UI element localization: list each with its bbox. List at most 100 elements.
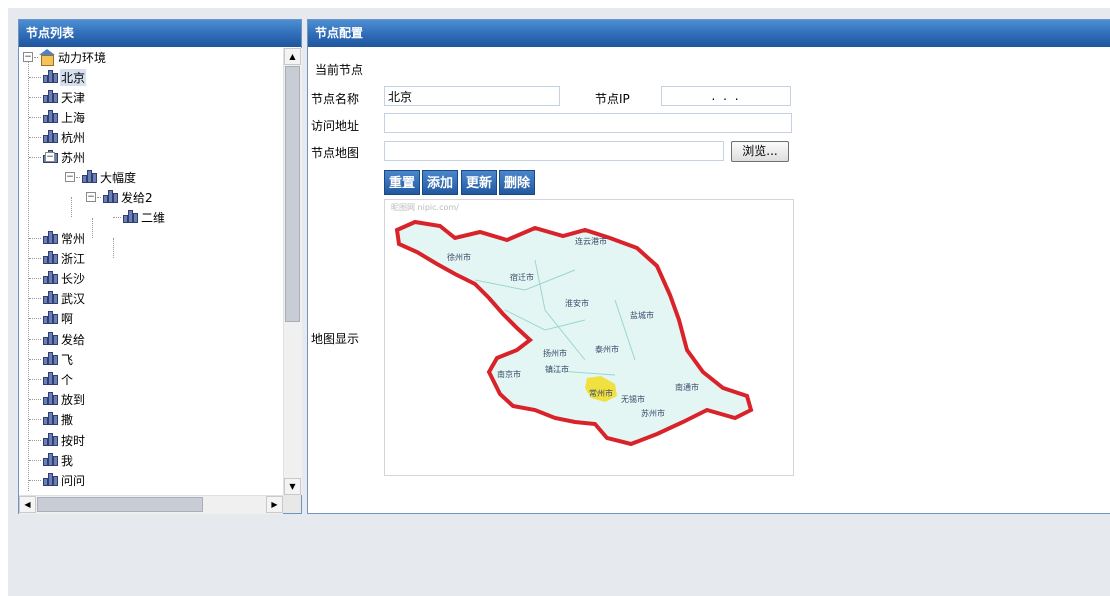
bar-chart-icon: [41, 473, 59, 487]
city-label: 无锡市: [621, 394, 645, 404]
tree-node-label: 发给: [61, 332, 86, 347]
collapse-icon[interactable]: −: [45, 152, 55, 162]
tree-node-label: 动力环境: [58, 50, 107, 65]
add-button[interactable]: 添加: [422, 170, 459, 195]
tree-node[interactable]: − 大幅度: [65, 168, 137, 186]
tree-node-label: 啊: [61, 311, 74, 326]
tree-node[interactable]: 苏州: [29, 148, 86, 166]
tree-connector: [71, 197, 72, 217]
tree-node[interactable]: 个: [29, 370, 74, 388]
tree-node[interactable]: 撒: [29, 410, 74, 428]
tree-vertical-scrollbar[interactable]: ▲ ▼: [283, 48, 302, 495]
tree-node-root[interactable]: − 动力环境: [23, 48, 107, 66]
tree-connector: [113, 238, 114, 258]
tree-node[interactable]: − 发给2: [86, 188, 154, 206]
tree-node[interactable]: 放到: [29, 390, 86, 408]
tree-node-label: 放到: [61, 392, 86, 407]
tree-node[interactable]: 我: [29, 451, 74, 469]
node-map-label: 节点地图: [311, 146, 360, 160]
collapse-icon[interactable]: −: [65, 172, 75, 182]
current-node-label: 当前节点: [315, 63, 364, 77]
node-ip-label: 节点IP: [595, 92, 630, 106]
tree-node[interactable]: 北京: [29, 68, 87, 86]
bar-chart-icon: [41, 332, 59, 346]
vertical-scroll-thumb[interactable]: [285, 66, 300, 322]
browse-button[interactable]: 浏览...: [731, 141, 789, 162]
map-display: 昵图网 nipic.com/ 徐州市 连云港市 宿迁市 淮安市 盐城市 扬州市 …: [384, 199, 794, 476]
tree-node-label: 苏州: [61, 150, 86, 165]
bar-chart-icon: [121, 210, 139, 224]
tree-connector: [92, 218, 93, 238]
bar-chart-icon: [41, 352, 59, 366]
tree-node-label: 大幅度: [100, 170, 137, 185]
building-icon: [38, 49, 56, 66]
bar-chart-icon: [101, 190, 119, 204]
bar-chart-icon: [41, 231, 59, 245]
tree-node[interactable]: 二维: [113, 208, 166, 226]
tree-node-label: 二维: [141, 210, 166, 225]
reset-button[interactable]: 重置: [384, 170, 421, 195]
tree-node-label: 飞: [61, 352, 74, 367]
horizontal-scroll-thumb[interactable]: [37, 497, 203, 512]
tree-node[interactable]: 发给: [29, 330, 86, 348]
province-map: 徐州市 连云港市 宿迁市 淮安市 盐城市 扬州市 泰州市 南京市 镇江市 常州市…: [394, 219, 754, 447]
city-label: 南通市: [675, 382, 699, 392]
node-name-input[interactable]: [384, 86, 560, 106]
tree-node[interactable]: 浙江: [29, 249, 86, 267]
bar-chart-icon: [41, 271, 59, 285]
city-label: 连云港市: [575, 236, 607, 246]
bar-chart-icon: [41, 392, 59, 406]
collapse-icon[interactable]: −: [23, 52, 33, 62]
map-watermark: 昵图网 nipic.com/: [391, 203, 459, 212]
node-ip-input[interactable]: [661, 86, 791, 106]
tree-node-label: 问问: [61, 473, 86, 488]
node-list-title: 节点列表: [19, 20, 301, 47]
collapse-icon[interactable]: −: [86, 192, 96, 202]
bar-chart-icon: [41, 110, 59, 124]
node-config-title: 节点配置: [308, 20, 1110, 47]
city-label: 徐州市: [447, 252, 471, 262]
bar-chart-icon: [41, 412, 59, 426]
scroll-right-arrow-icon[interactable]: ▶: [266, 496, 283, 513]
city-label: 泰州市: [595, 344, 619, 354]
city-label: 淮安市: [565, 298, 589, 308]
node-config-panel: 节点配置 当前节点 节点名称 节点IP 访问地址 节点地图 浏览... 重置 添…: [307, 19, 1110, 514]
delete-button[interactable]: 删除: [499, 170, 536, 195]
tree-node-label: 按时: [61, 433, 86, 448]
city-label: 镇江市: [545, 364, 569, 374]
node-list-panel: 节点列表 − 动力环境 北京 天津 上海 杭州 苏州 − − 大幅度 − 发给2…: [18, 19, 302, 514]
bar-chart-icon: [41, 130, 59, 144]
tree-node[interactable]: 常州: [29, 229, 86, 247]
tree-node-label: 个: [61, 372, 74, 387]
tree-node-label: 北京: [60, 68, 87, 86]
bar-chart-icon: [41, 291, 59, 305]
tree-node-label: 我: [61, 453, 74, 468]
node-name-label: 节点名称: [311, 92, 360, 106]
city-label: 盐城市: [630, 310, 654, 320]
node-tree: − 动力环境 北京 天津 上海 杭州 苏州 − − 大幅度 − 发给2 二维 常…: [19, 48, 283, 495]
bar-chart-icon: [41, 311, 59, 325]
bar-chart-icon: [41, 453, 59, 467]
city-label: 宿迁市: [510, 272, 534, 282]
tree-node[interactable]: 杭州: [29, 128, 86, 146]
tree-node[interactable]: 按时: [29, 431, 86, 449]
node-map-file-input[interactable]: [384, 141, 724, 161]
tree-node[interactable]: 飞: [29, 350, 74, 368]
access-url-input[interactable]: [384, 113, 792, 133]
tree-node[interactable]: 上海: [29, 108, 86, 126]
tree-node[interactable]: 武汉: [29, 289, 86, 307]
tree-node[interactable]: 天津: [29, 88, 86, 106]
tree-node-label: 发给2: [121, 190, 153, 205]
scroll-left-arrow-icon[interactable]: ◀: [19, 496, 36, 513]
tree-node[interactable]: 啊: [29, 309, 74, 327]
tree-node[interactable]: 长沙: [29, 269, 86, 287]
scroll-up-arrow-icon[interactable]: ▲: [284, 48, 301, 65]
bar-chart-icon: [41, 90, 59, 104]
scroll-down-arrow-icon[interactable]: ▼: [284, 478, 301, 495]
tree-horizontal-scrollbar[interactable]: ◀ ▶: [19, 495, 283, 514]
map-display-label: 地图显示: [311, 332, 360, 346]
tree-node[interactable]: 问问: [29, 471, 86, 489]
bar-chart-icon: [80, 170, 98, 184]
tree-node-label: 常州: [61, 231, 86, 246]
update-button[interactable]: 更新: [461, 170, 498, 195]
